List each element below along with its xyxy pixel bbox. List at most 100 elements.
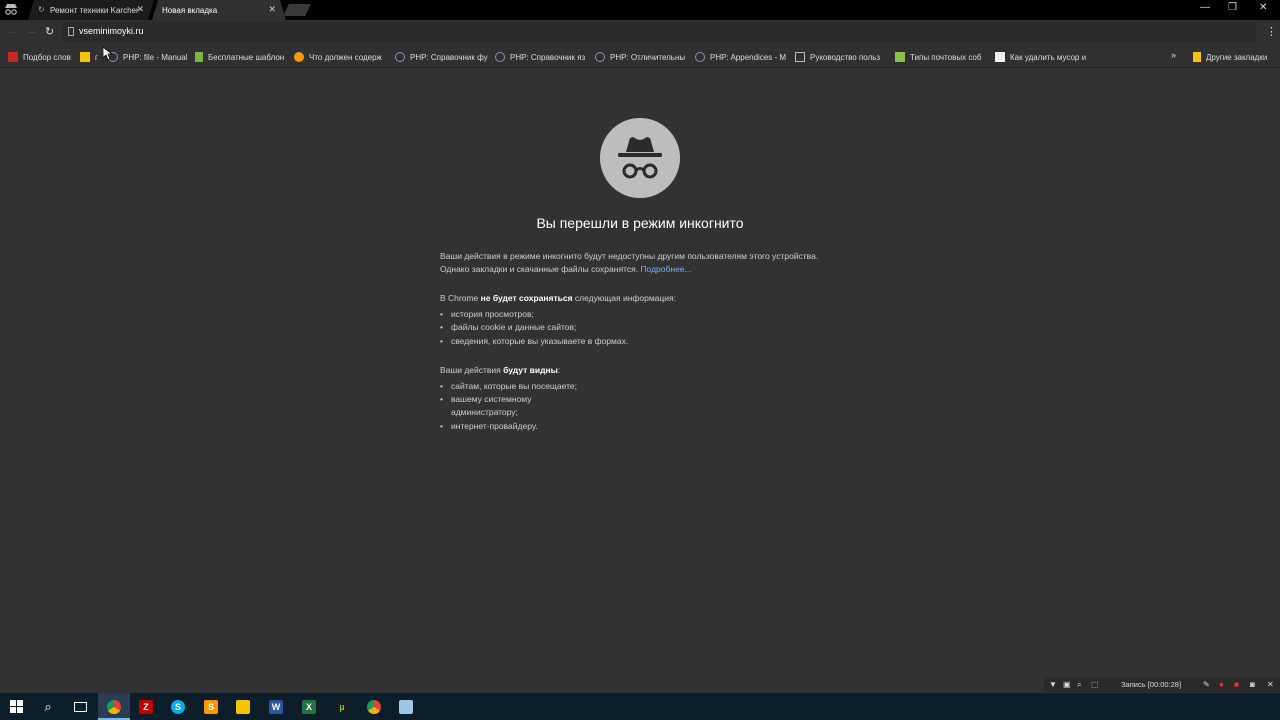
menu-icon[interactable]: ⋮ xyxy=(1266,25,1277,38)
tab-title: Новая вкладка xyxy=(162,5,218,15)
list-item: сайтам, которые вы посещаете; xyxy=(440,380,840,393)
list-item: файлы cookie и данные сайтов; xyxy=(440,321,840,334)
bookmark-item[interactable]: Типы почтовых соб xyxy=(895,52,981,62)
bookmark-favicon-red xyxy=(8,52,18,62)
search-icon[interactable]: ⌕ xyxy=(32,693,64,720)
list-item: история просмотров; xyxy=(440,308,840,321)
info-paragraph: Ваши действия в режиме инкогнито будут н… xyxy=(440,250,840,276)
camera-icon[interactable]: ◙ xyxy=(1250,680,1255,689)
incognito-icon xyxy=(5,4,17,15)
filezilla-icon[interactable]: Z xyxy=(130,693,162,720)
bookmark-label: PHP: Отличительны xyxy=(610,52,686,62)
incognito-spy-icon xyxy=(600,118,680,198)
folder-icon xyxy=(1193,52,1201,62)
bookmarks-bar: Подбор слов г PHP: file - Manual Бесплат… xyxy=(0,46,1280,68)
task-view-icon[interactable] xyxy=(64,693,96,720)
bookmark-label: PHP: Appendices - M xyxy=(710,52,787,62)
bold-text: не будет сохраняться xyxy=(480,293,573,303)
reload-icon[interactable]: ↻ xyxy=(45,25,54,38)
pen-icon[interactable]: ✎ xyxy=(1203,680,1210,689)
stop-icon[interactable]: ■ xyxy=(1234,680,1239,689)
php-icon xyxy=(695,52,705,62)
page-icon xyxy=(68,27,74,36)
address-text[interactable]: vseminimoyki.ru xyxy=(79,26,144,36)
bookmark-favicon-t xyxy=(995,52,1005,62)
bookmark-favicon-orange xyxy=(294,52,304,62)
text-fragment: : xyxy=(557,365,561,375)
text-fragment: В Chrome xyxy=(440,293,481,303)
word-icon[interactable]: W xyxy=(260,693,292,720)
close-icon[interactable]: ✕ xyxy=(1267,680,1274,689)
tab-karcher[interactable]: ↻ Ремонт техники Karcher ✕ xyxy=(28,0,154,20)
windows-start-icon[interactable] xyxy=(0,693,32,720)
loading-icon: ↻ xyxy=(38,5,45,14)
close-window-icon[interactable]: ✕ xyxy=(1259,2,1267,13)
bookmark-item[interactable]: PHP: Справочник фу xyxy=(395,52,488,62)
window-icon[interactable]: ▣ xyxy=(1063,680,1071,689)
other-bookmarks-folder[interactable]: Другие закладки xyxy=(1193,52,1267,62)
bookmark-label: Руководство польз xyxy=(810,52,881,62)
tab-title: Ремонт техники Karcher xyxy=(50,5,139,15)
bookmark-item[interactable]: PHP: Appendices - M xyxy=(695,52,786,62)
bold-text: будут видны xyxy=(503,365,558,375)
bookmarks-overflow-button[interactable]: » xyxy=(1171,50,1176,60)
back-icon[interactable]: ← xyxy=(7,25,18,37)
bookmark-label: Что должен содерж xyxy=(309,52,382,62)
bookmark-label: PHP: Справочник яз xyxy=(510,52,586,62)
page-icon xyxy=(795,52,805,62)
minimize-icon[interactable]: — xyxy=(1200,2,1210,13)
file-explorer-icon[interactable] xyxy=(227,693,259,720)
record-icon[interactable]: ● xyxy=(1219,680,1224,689)
bookmark-favicon-green xyxy=(195,52,203,62)
bookmark-label: Подбор слов xyxy=(23,52,71,62)
list-item: вашему системному администратору; xyxy=(440,393,550,419)
forward-icon[interactable]: → xyxy=(26,25,37,37)
bookmark-favicon-yellow xyxy=(80,52,90,62)
not-saved-heading: В Chrome не будет сохраняться следующая … xyxy=(440,292,840,305)
text-fragment: следующая информация: xyxy=(572,293,676,303)
info-text: Ваши действия в режиме инкогнито будут н… xyxy=(440,251,819,274)
recording-timer: Запись [00:00:28] xyxy=(1121,680,1182,689)
bookmark-label: г xyxy=(95,52,98,62)
close-icon[interactable]: ✕ xyxy=(136,4,144,15)
address-bar[interactable] xyxy=(62,22,1256,42)
dropdown-icon[interactable]: ▼ xyxy=(1049,680,1057,689)
page-title: Вы перешли в режим инкогнито xyxy=(536,215,744,231)
php-icon xyxy=(495,52,505,62)
bookmark-item[interactable]: Подбор слов xyxy=(8,52,71,62)
bookmark-label: Другие закладки xyxy=(1206,52,1268,62)
close-icon[interactable]: ✕ xyxy=(268,4,276,15)
bookmark-item[interactable]: PHP: Отличительны xyxy=(595,52,685,62)
region-icon[interactable]: ⬚ xyxy=(1091,680,1099,689)
chrome-icon[interactable] xyxy=(358,693,390,720)
restore-icon[interactable]: ❐ xyxy=(1228,2,1237,13)
utorrent-icon[interactable]: µ xyxy=(326,693,358,720)
excel-icon[interactable]: X xyxy=(293,693,325,720)
mouse-cursor-icon xyxy=(103,47,112,61)
sublime-icon[interactable]: S xyxy=(195,693,227,720)
chrome-incognito-icon[interactable] xyxy=(98,693,130,720)
php-icon xyxy=(595,52,605,62)
list-item: интернет-провайдеру. xyxy=(440,420,840,433)
bookmark-item[interactable]: PHP: Справочник яз xyxy=(495,52,585,62)
title-bar: ↻ Ремонт техники Karcher ✕ Новая вкладка… xyxy=(0,0,1280,20)
bookmark-label: Как удалить мусор и xyxy=(1010,52,1087,62)
php-icon xyxy=(395,52,405,62)
visible-heading: Ваши действия будут видны: xyxy=(440,364,840,377)
text-fragment: Ваши действия xyxy=(440,365,504,375)
skype-icon[interactable]: S xyxy=(162,693,194,720)
bookmark-label: Бесплатные шаблон xyxy=(208,52,285,62)
bookmark-item[interactable]: Как удалить мусор и xyxy=(995,52,1086,62)
bookmark-item[interactable]: Руководство польз xyxy=(795,52,880,62)
learn-more-link[interactable]: Подробнее... xyxy=(640,264,691,274)
bookmark-item[interactable]: PHP: file - Manual xyxy=(108,52,187,62)
bookmark-item[interactable]: Бесплатные шаблон xyxy=(195,52,284,62)
list-item: сведения, которые вы указываете в формах… xyxy=(440,335,840,348)
bookmark-favicon-green xyxy=(895,52,905,62)
new-tab-button[interactable] xyxy=(283,4,311,16)
bookmark-item[interactable]: г xyxy=(80,52,98,62)
tab-new-tab[interactable]: Новая вкладка ✕ xyxy=(152,0,286,20)
zoom-icon[interactable]: ⌕ xyxy=(1077,680,1081,690)
bookmark-item[interactable]: Что должен содерж xyxy=(294,52,382,62)
notepad-icon[interactable] xyxy=(390,693,422,720)
